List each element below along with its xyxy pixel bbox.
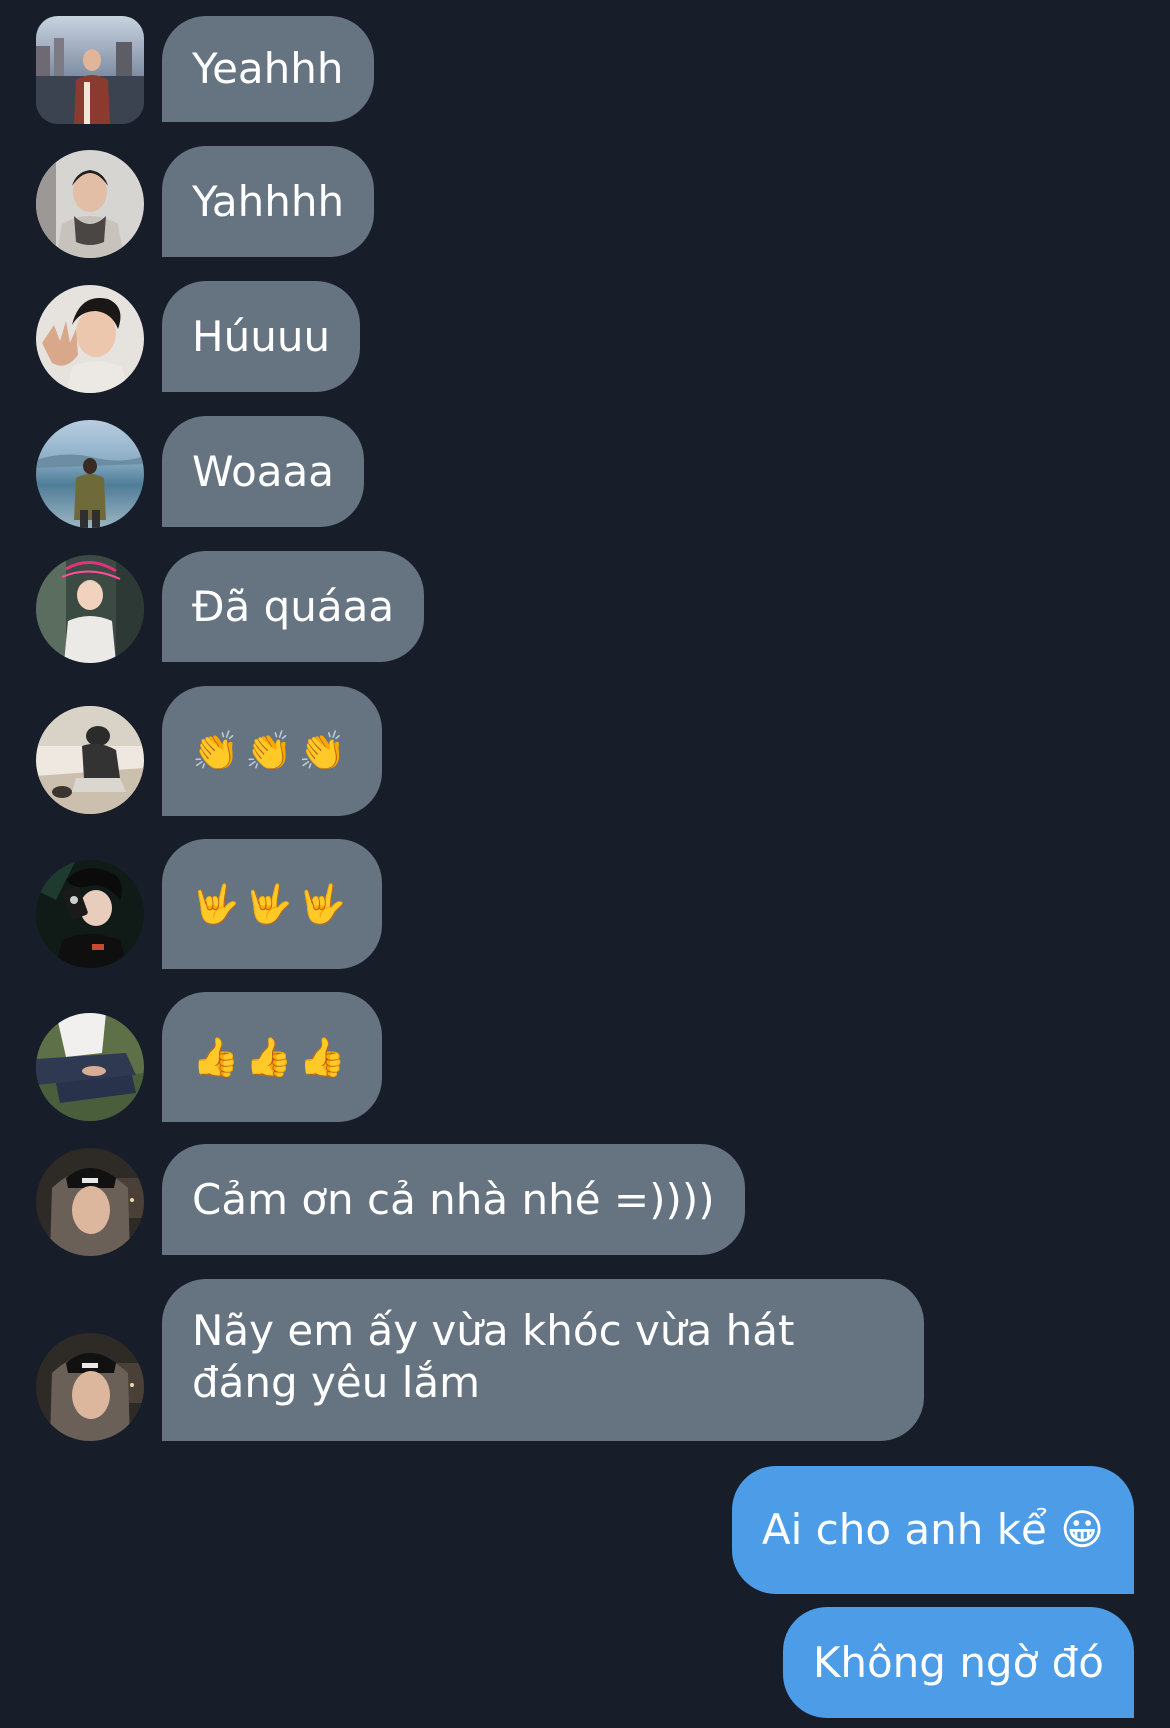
sender-avatar-hand[interactable] (36, 285, 144, 393)
sender-avatar-hood[interactable] (36, 1148, 144, 1256)
sender-avatar-hood[interactable] (36, 1333, 144, 1441)
incoming-message-bubble[interactable]: Đã quáaa (162, 551, 425, 662)
incoming-message-bubble[interactable]: Yeahhh (162, 16, 374, 122)
incoming-message-bubble[interactable]: Nãy em ấy vừa khóc vừa hát đáng yêu lắm (162, 1279, 924, 1441)
outgoing-message-bubble[interactable]: Không ngờ đó (782, 1607, 1134, 1718)
incoming-message-bubble[interactable]: 🤟🤟🤟 (162, 839, 382, 969)
sender-avatar-sitting[interactable] (36, 1013, 144, 1121)
incoming-message-bubble[interactable]: 👍👍👍 (162, 992, 382, 1122)
incoming-message-bubble[interactable]: 👏👏👏 (162, 686, 382, 816)
outgoing-message-bubble[interactable]: Ai cho anh kể 😀 (731, 1466, 1134, 1594)
incoming-message-bubble[interactable]: Woaaa (162, 416, 364, 527)
incoming-message-bubble[interactable]: Húuuu (162, 281, 361, 392)
sender-avatar-crouching[interactable] (36, 706, 144, 814)
sender-avatar-sweater[interactable] (36, 555, 144, 663)
chat-thread: Yeahhh Yahhhh Húuuu Woaaa Đã quáaa 👏👏👏 🤟… (0, 0, 1170, 1728)
incoming-message-bubble[interactable]: Yahhhh (162, 146, 375, 257)
sender-avatar-scarf[interactable] (36, 150, 144, 258)
sender-avatar-beach[interactable] (36, 420, 144, 528)
sender-avatar-city[interactable] (36, 16, 144, 124)
incoming-message-bubble[interactable]: Cảm ơn cả nhà nhé =)))) (162, 1144, 745, 1255)
sender-avatar-phone[interactable] (36, 860, 144, 968)
